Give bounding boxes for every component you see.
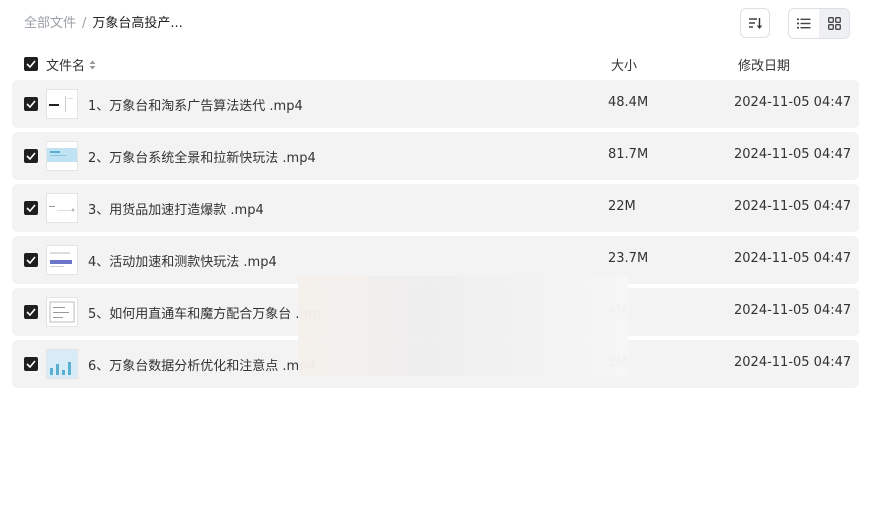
file-date: 2024-11-05 04:47 <box>734 251 852 266</box>
file-name[interactable]: 6、万象台数据分析优化和注意点 .mp4 <box>88 355 316 374</box>
file-name[interactable]: 4、活动加速和测款快玩法 .mp4 <box>88 251 277 270</box>
grid-view-button[interactable] <box>819 9 849 38</box>
breadcrumb: 全部文件 / 万象台高投产... <box>24 14 183 34</box>
video-thumbnail <box>46 245 78 275</box>
select-all-checkbox[interactable] <box>24 57 38 71</box>
sort-icon <box>749 18 762 29</box>
check-icon <box>26 360 36 368</box>
date-column-header[interactable]: 修改日期 <box>738 55 790 74</box>
breadcrumb-separator: / <box>82 16 87 31</box>
check-icon <box>26 308 36 316</box>
file-name[interactable]: 1、万象台和淘系广告算法迭代 .mp4 <box>88 95 303 114</box>
sort-caret-icon <box>89 60 96 69</box>
name-column-label: 文件名 <box>46 59 86 74</box>
file-name[interactable]: 2、万象台系统全景和拉新快玩法 .mp4 <box>88 147 316 166</box>
top-bar: 全部文件 / 万象台高投产... <box>0 0 874 48</box>
file-size: 81.7M <box>608 147 649 162</box>
video-thumbnail <box>46 297 78 327</box>
file-name[interactable]: 5、如何用直通车和魔方配合万象台 .mp <box>88 303 320 322</box>
file-size: 48.4M <box>608 95 649 110</box>
file-date: 2024-11-05 04:47 <box>734 303 852 318</box>
check-icon <box>26 256 36 264</box>
breadcrumb-root-link[interactable]: 全部文件 <box>24 16 76 31</box>
file-row[interactable]: 3、用货品加速打造爆款 .mp4 22M 2024-11-05 04:47 <box>12 184 859 232</box>
sort-button[interactable] <box>740 8 770 38</box>
check-icon <box>26 152 36 160</box>
file-size: 22M <box>608 199 636 214</box>
check-icon <box>26 60 36 68</box>
row-checkbox[interactable] <box>24 149 38 163</box>
view-toggle-group <box>788 8 850 39</box>
file-date: 2024-11-05 04:47 <box>734 355 852 370</box>
check-icon <box>26 100 36 108</box>
file-row[interactable]: 1、万象台和淘系广告算法迭代 .mp4 48.4M 2024-11-05 04:… <box>12 80 859 128</box>
row-checkbox[interactable] <box>24 201 38 215</box>
list-view-button[interactable] <box>789 9 819 38</box>
video-thumbnail <box>46 89 78 119</box>
row-checkbox[interactable] <box>24 97 38 111</box>
file-date: 2024-11-05 04:47 <box>734 95 852 110</box>
row-checkbox[interactable] <box>24 305 38 319</box>
file-date: 2024-11-05 04:47 <box>734 199 852 214</box>
grid-view-icon <box>827 17 841 30</box>
name-column-header[interactable]: 文件名 <box>46 55 96 74</box>
list-view-icon <box>797 18 811 29</box>
row-checkbox[interactable] <box>24 253 38 267</box>
file-row[interactable]: 2、万象台系统全景和拉新快玩法 .mp4 81.7M 2024-11-05 04… <box>12 132 859 180</box>
size-column-header[interactable]: 大小 <box>611 55 637 74</box>
breadcrumb-current: 万象台高投产... <box>92 16 183 31</box>
file-date: 2024-11-05 04:47 <box>734 147 852 162</box>
row-checkbox[interactable] <box>24 357 38 371</box>
file-name[interactable]: 3、用货品加速打造爆款 .mp4 <box>88 199 264 218</box>
video-thumbnail <box>46 349 78 379</box>
video-thumbnail <box>46 141 78 171</box>
blurred-overlay <box>298 276 628 376</box>
video-thumbnail <box>46 193 78 223</box>
file-size: 23.7M <box>608 251 649 266</box>
file-list-header: 文件名 大小 修改日期 <box>0 50 874 78</box>
check-icon <box>26 204 36 212</box>
